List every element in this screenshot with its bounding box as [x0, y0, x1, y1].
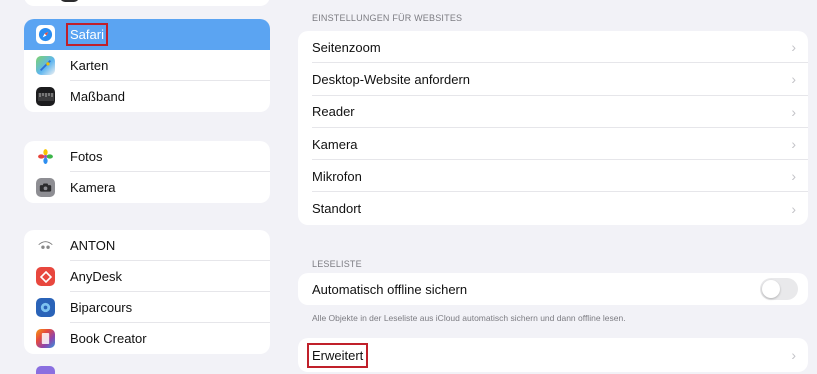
sidebar-item-safari[interactable]: Safari: [24, 19, 270, 50]
sidebar-item-label: Fotos: [70, 149, 103, 164]
chevron-right-icon: ›: [791, 168, 796, 185]
safari-icon: [36, 25, 55, 44]
sidebar-item-label: Biparcours: [70, 300, 133, 315]
anton-icon: [36, 236, 55, 255]
row-label: Reader: [312, 104, 355, 120]
sidebar-item-label: Maßband: [70, 89, 125, 104]
sidebar-item-label: Kamera: [70, 180, 116, 195]
row-label: Standort: [312, 201, 362, 217]
sidebar-item-label: Safari: [66, 23, 108, 46]
reading-list-card: Automatisch offline sichern: [298, 273, 808, 306]
sidebar-item-biparcours[interactable]: Biparcours: [24, 292, 270, 323]
camera-icon: [36, 178, 55, 197]
websites-settings-card: Seitenzoom › Desktop-Website anfordern ›…: [298, 31, 808, 225]
sidebar-item-book-creator[interactable]: Book Creator: [24, 323, 270, 354]
row-reader[interactable]: Reader ›: [298, 96, 808, 129]
row-mikrofon[interactable]: Mikrofon ›: [298, 160, 808, 193]
measure-icon: [36, 87, 55, 106]
sidebar-item-anydesk[interactable]: AnyDesk: [24, 261, 270, 292]
book-creator-icon: [36, 329, 55, 348]
row-label: Seitenzoom: [312, 39, 381, 55]
chevron-right-icon: ›: [791, 103, 796, 120]
sidebar-group-apple-apps: Safari Karten Maßband: [24, 19, 270, 112]
sidebar-group-third-party: ANTON AnyDesk Biparcours Book Creator: [24, 230, 270, 354]
chevron-right-icon: ›: [791, 347, 796, 363]
chevron-right-icon: ›: [791, 200, 796, 217]
sidebar-item-label: ANTON: [70, 238, 116, 253]
row-label: Automatisch offline sichern: [312, 281, 468, 297]
row-offline-save: Automatisch offline sichern: [298, 273, 808, 305]
sidebar-item-fotos[interactable]: Fotos: [24, 141, 270, 172]
sidebar-cutoff-item[interactable]: [24, 0, 270, 6]
chevron-right-icon: ›: [791, 71, 796, 88]
row-label: Kamera: [312, 136, 358, 152]
toggle-knob: [762, 280, 780, 299]
sidebar-cutoff-bottom-item[interactable]: [36, 366, 55, 374]
row-label: Desktop-Website anfordern: [312, 71, 471, 87]
section-header-leseliste: LESELISTE: [312, 259, 362, 269]
maps-icon: [36, 56, 55, 75]
advanced-card: Erweitert ›: [298, 338, 808, 372]
reading-list-footnote: Alle Objekte in der Leseliste aus iCloud…: [312, 313, 626, 323]
row-seitenzoom[interactable]: Seitenzoom ›: [298, 31, 808, 64]
row-erweitert[interactable]: Erweitert ›: [298, 338, 808, 372]
sidebar-item-massband[interactable]: Maßband: [24, 81, 270, 112]
settings-sidebar: Safari Karten Maßband Fotos Kamera ANTON…: [0, 0, 286, 374]
sidebar-item-karten[interactable]: Karten: [24, 50, 270, 81]
row-kamera[interactable]: Kamera ›: [298, 128, 808, 161]
sidebar-item-kamera[interactable]: Kamera: [24, 172, 270, 203]
anydesk-icon: [36, 267, 55, 286]
sidebar-item-label: Book Creator: [70, 331, 147, 346]
offline-toggle[interactable]: [760, 278, 798, 301]
biparcours-icon: [36, 298, 55, 317]
sidebar-item-anton[interactable]: ANTON: [24, 230, 270, 261]
chevron-right-icon: ›: [791, 136, 796, 153]
chevron-right-icon: ›: [791, 39, 796, 56]
sidebar-group-media: Fotos Kamera: [24, 141, 270, 203]
sidebar-item-label: AnyDesk: [70, 269, 123, 284]
sidebar-item-label: Karten: [70, 58, 109, 73]
row-label: Mikrofon: [312, 168, 362, 184]
partial-icon: [60, 0, 79, 2]
row-label: Erweitert: [306, 342, 369, 368]
section-header-websites: EINSTELLUNGEN FÜR WEBSITES: [312, 13, 463, 23]
photos-icon: [36, 147, 55, 166]
row-desktop-website[interactable]: Desktop-Website anfordern ›: [298, 63, 808, 96]
row-standort[interactable]: Standort ›: [298, 192, 808, 224]
